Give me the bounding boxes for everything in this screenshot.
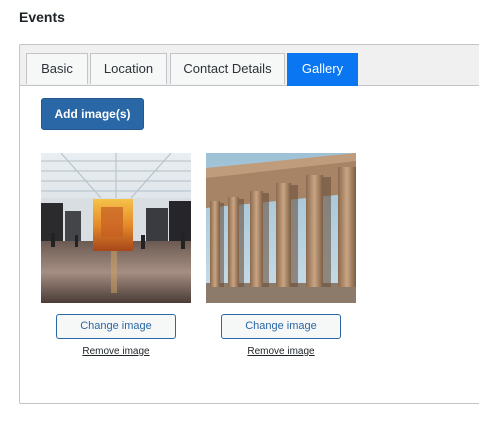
tab-gallery[interactable]: Gallery (287, 53, 358, 86)
add-images-button[interactable]: Add image(s) (41, 98, 144, 130)
parthenon-image[interactable] (206, 153, 356, 303)
tab-bar: Basic Location Contact Details Gallery (20, 45, 479, 86)
change-image-button[interactable]: Change image (221, 314, 341, 339)
tab-basic[interactable]: Basic (26, 53, 88, 84)
change-image-button[interactable]: Change image (56, 314, 176, 339)
remove-image-link[interactable]: Remove image (41, 346, 191, 357)
event-editor-panel: Basic Location Contact Details Gallery A… (19, 44, 479, 404)
gallery-item: Change image Remove image (41, 153, 191, 357)
museum-exhibition-image[interactable] (41, 153, 191, 303)
tab-location[interactable]: Location (90, 53, 167, 84)
page-title: Events (19, 9, 65, 25)
gallery-item: Change image Remove image (206, 153, 356, 357)
remove-image-link[interactable]: Remove image (206, 346, 356, 357)
tab-contact-details[interactable]: Contact Details (170, 53, 285, 84)
